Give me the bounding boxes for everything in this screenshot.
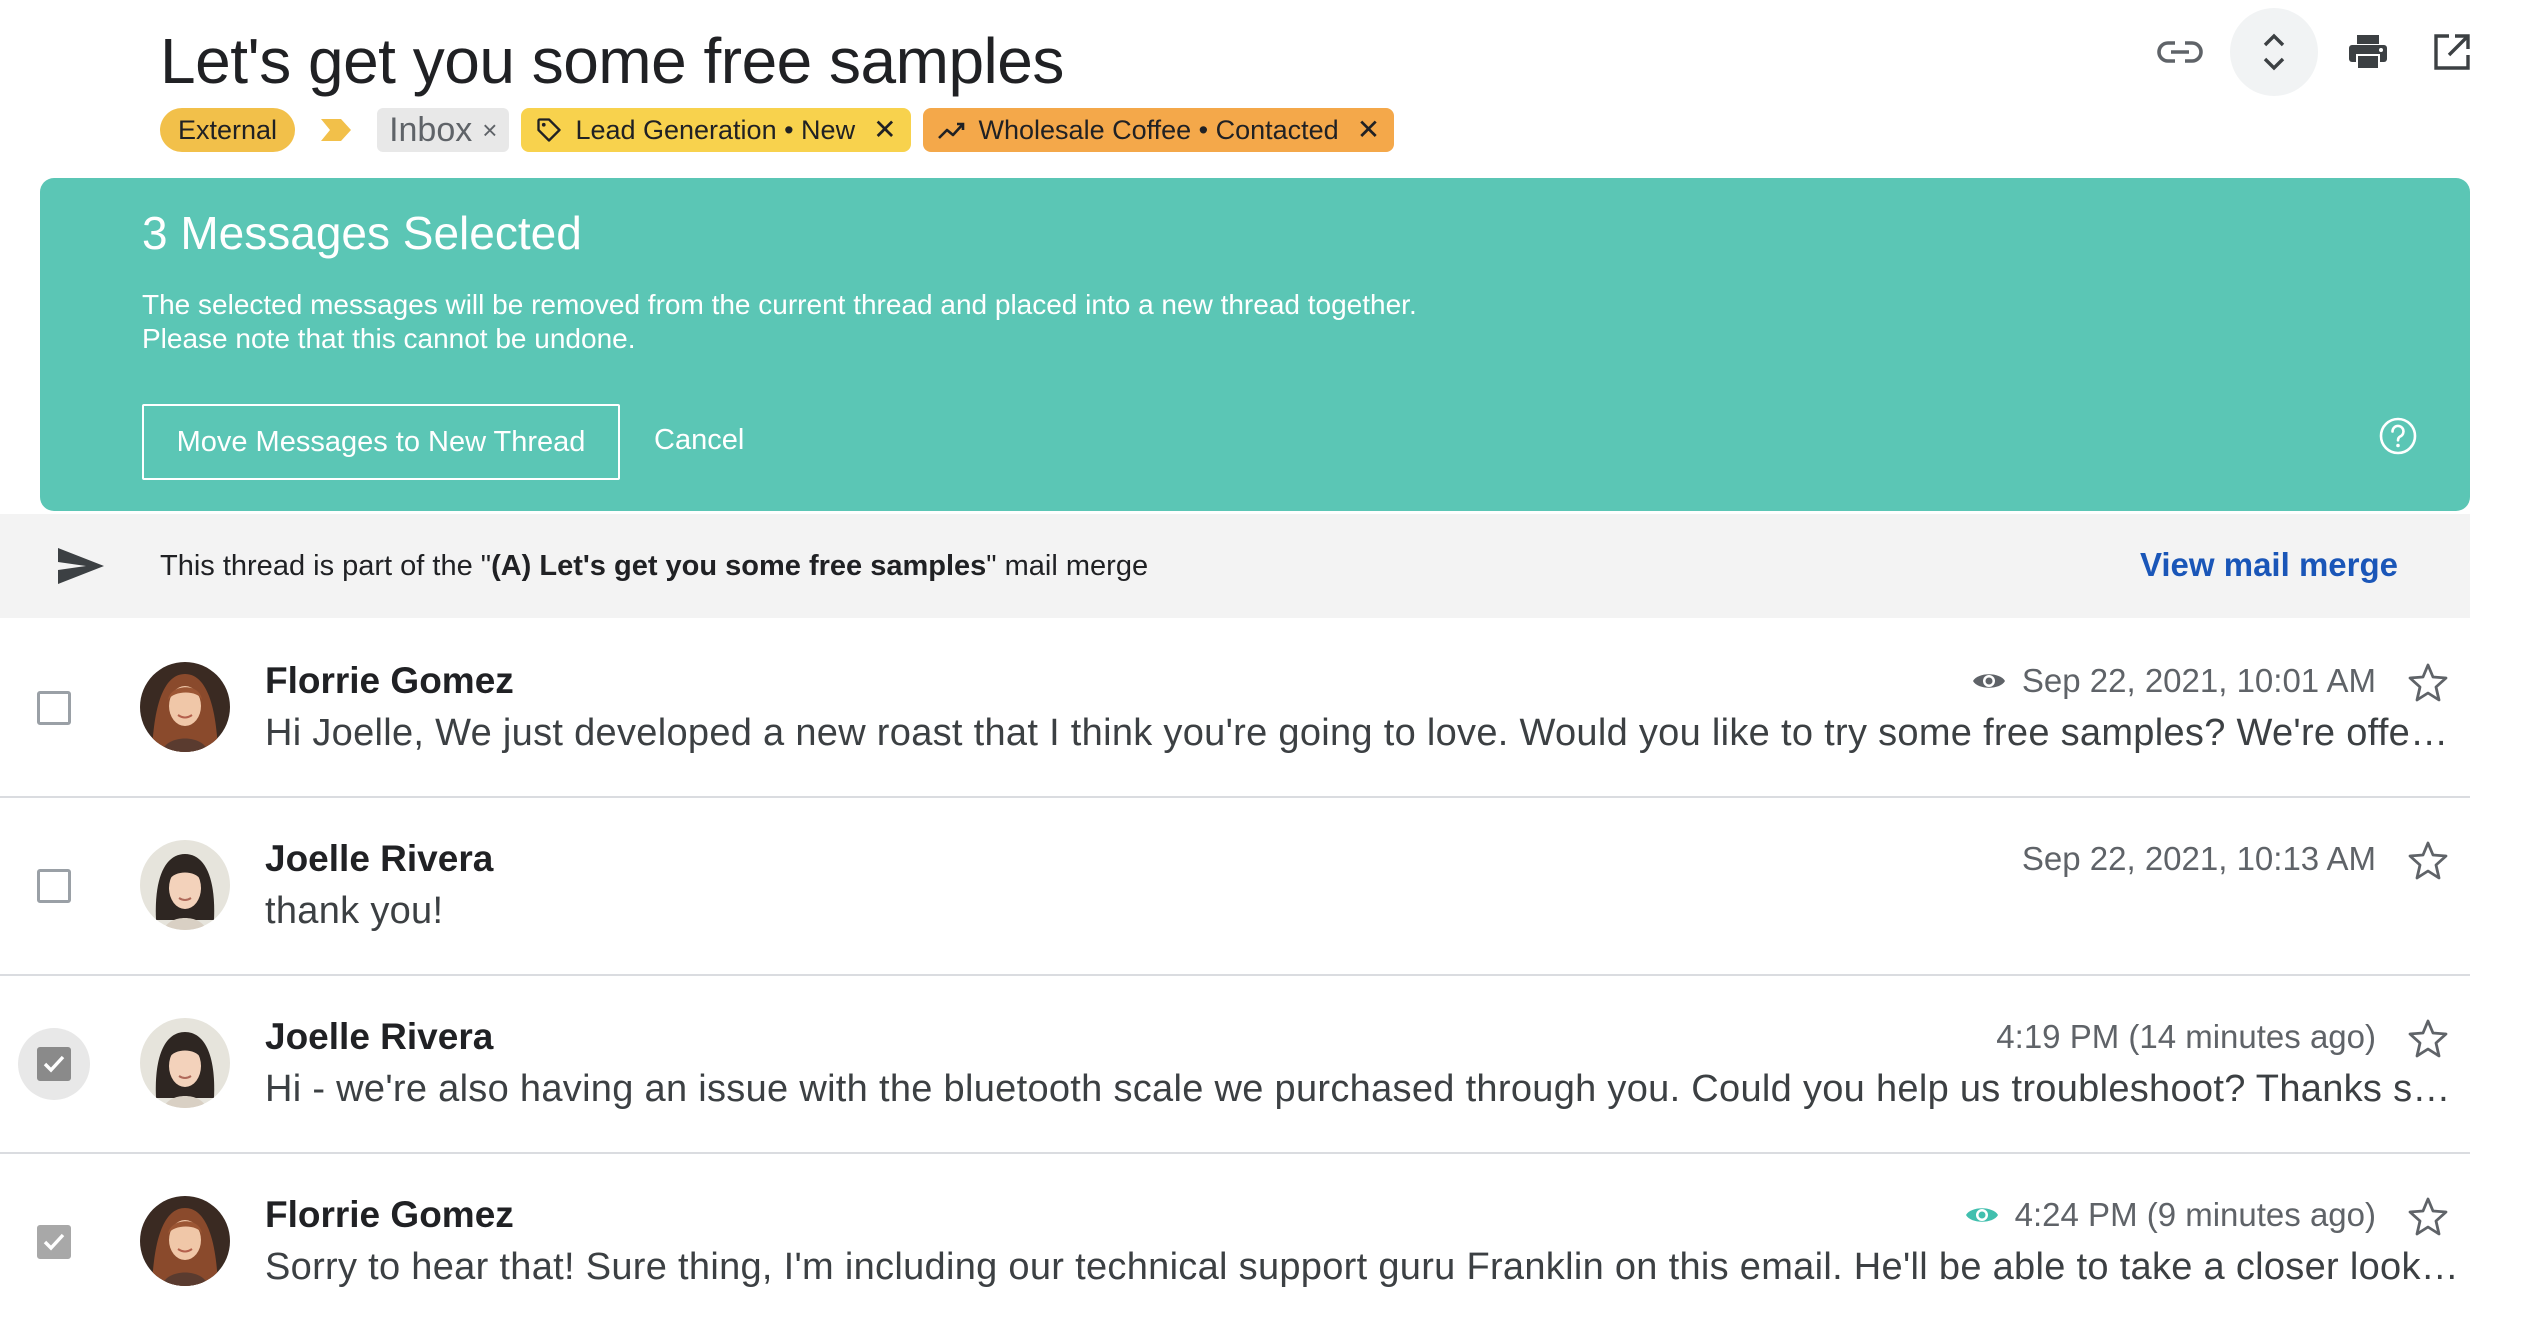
star-icon[interactable] — [2408, 1018, 2448, 1058]
label-external[interactable]: External — [160, 108, 296, 152]
mail-merge-text: This thread is part of the "(A) Let's ge… — [160, 550, 1148, 583]
checkmark-icon — [43, 1233, 65, 1251]
label-wholesale-coffee-text: Wholesale Coffee • Contacted — [978, 114, 1339, 145]
importance-marker-icon[interactable] — [317, 116, 355, 144]
sender-name: Florrie Gomez — [265, 660, 514, 701]
remove-label-inbox-button[interactable]: × — [482, 117, 497, 143]
mail-merge-prefix: This thread is part of the " — [160, 550, 492, 582]
message-row[interactable]: Florrie Gomez Sep 22, 2021, 10:01 AM Hi … — [0, 620, 2470, 798]
remove-label-coffee-button[interactable]: ✕ — [1357, 116, 1380, 144]
link-icon — [2157, 41, 2203, 63]
message-meta: 4:19 PM (14 minutes ago) — [1996, 1018, 2376, 1056]
message-time: Sep 22, 2021, 10:01 AM — [2021, 662, 2376, 699]
move-messages-button[interactable]: Move Messages to New Thread — [142, 404, 620, 480]
sender-name: Joelle Rivera — [265, 838, 494, 879]
star-icon[interactable] — [2408, 662, 2448, 702]
star-icon[interactable] — [2408, 840, 2448, 880]
help-icon[interactable] — [2378, 416, 2418, 456]
mail-merge-name: (A) Let's get you some free samples — [491, 550, 987, 582]
label-lead-generation[interactable]: Lead Generation • New ✕ — [521, 108, 911, 152]
checkmark-icon — [43, 1055, 65, 1073]
label-wholesale-coffee[interactable]: Wholesale Coffee • Contacted ✕ — [922, 108, 1395, 152]
message-snippet: Hi - we're also having an issue with the… — [265, 1068, 2461, 1110]
message-snippet: thank you! — [265, 890, 444, 932]
tag-icon — [537, 118, 562, 142]
mail-merge-notice: This thread is part of the "(A) Let's ge… — [0, 514, 2470, 618]
trending-up-icon — [937, 122, 964, 139]
eye-icon — [1972, 674, 2005, 688]
checkbox-box — [37, 869, 71, 903]
message-snippet: Hi Joelle, We just developed a new roast… — [265, 712, 2461, 754]
open-in-new-window-button[interactable] — [2424, 24, 2480, 80]
selection-banner: 3 Messages Selected The selected message… — [40, 178, 2470, 511]
thread-labels: External Inbox × Lead Generation • New ✕… — [160, 108, 1395, 152]
expand-collapse-icon — [2263, 33, 2285, 71]
copy-link-button[interactable] — [2152, 24, 2208, 80]
thread-subject: Let's get you some free samples — [160, 25, 1064, 97]
label-lead-generation-text: Lead Generation • New — [575, 114, 856, 145]
label-inbox[interactable]: Inbox × — [377, 108, 510, 152]
message-meta: Sep 22, 2021, 10:13 AM — [2022, 840, 2376, 878]
thread-actions — [2152, 8, 2480, 96]
message-checkbox[interactable] — [18, 672, 90, 744]
checkbox-box-checked — [37, 1225, 71, 1259]
open-in-new-window-icon — [2434, 34, 2470, 70]
expand-collapse-button[interactable] — [2230, 8, 2318, 96]
print-button[interactable] — [2340, 24, 2396, 80]
message-meta: 4:24 PM (9 minutes ago) — [1965, 1196, 2376, 1234]
avatar — [140, 840, 230, 930]
cancel-button[interactable]: Cancel — [654, 424, 744, 457]
message-meta: Sep 22, 2021, 10:01 AM — [1972, 662, 2376, 700]
avatar — [140, 1196, 230, 1286]
message-snippet: Sorry to hear that! Sure thing, I'm incl… — [265, 1246, 2461, 1288]
message-time: 4:19 PM (14 minutes ago) — [1996, 1018, 2376, 1055]
label-external-text: External — [178, 114, 278, 145]
label-inbox-text: Inbox — [389, 110, 473, 149]
eye-icon — [1965, 1208, 1998, 1222]
send-icon — [58, 548, 104, 584]
banner-title: 3 Messages Selected — [142, 207, 582, 259]
print-icon — [2349, 35, 2387, 70]
message-checkbox[interactable] — [18, 850, 90, 922]
message-row[interactable]: Joelle Rivera Sep 22, 2021, 10:13 AM tha… — [0, 798, 2470, 976]
remove-label-lead-button[interactable]: ✕ — [873, 116, 896, 144]
sender-name: Florrie Gomez — [265, 1194, 514, 1235]
mail-merge-suffix: " mail merge — [986, 550, 1149, 582]
avatar — [140, 1018, 230, 1108]
view-mail-merge-link[interactable]: View mail merge — [2140, 546, 2398, 584]
message-row[interactable]: Florrie Gomez 4:24 PM (9 minutes ago) So… — [0, 1154, 2470, 1323]
sender-name: Joelle Rivera — [265, 1016, 494, 1057]
message-time: Sep 22, 2021, 10:13 AM — [2021, 840, 2376, 877]
message-row[interactable]: Joelle Rivera 4:19 PM (14 minutes ago) H… — [0, 976, 2470, 1154]
message-checkbox[interactable] — [18, 1206, 90, 1278]
checkbox-box-checked — [37, 1047, 71, 1081]
banner-description: The selected messages will be removed fr… — [142, 288, 1417, 356]
star-icon[interactable] — [2408, 1196, 2448, 1236]
message-checkbox[interactable] — [18, 1028, 90, 1100]
message-time: 4:24 PM (9 minutes ago) — [2014, 1196, 2376, 1233]
banner-description-line-2: Please note that this cannot be undone. — [142, 323, 636, 354]
banner-description-line-1: The selected messages will be removed fr… — [142, 289, 1417, 320]
avatar — [140, 662, 230, 752]
checkbox-box — [37, 691, 71, 725]
